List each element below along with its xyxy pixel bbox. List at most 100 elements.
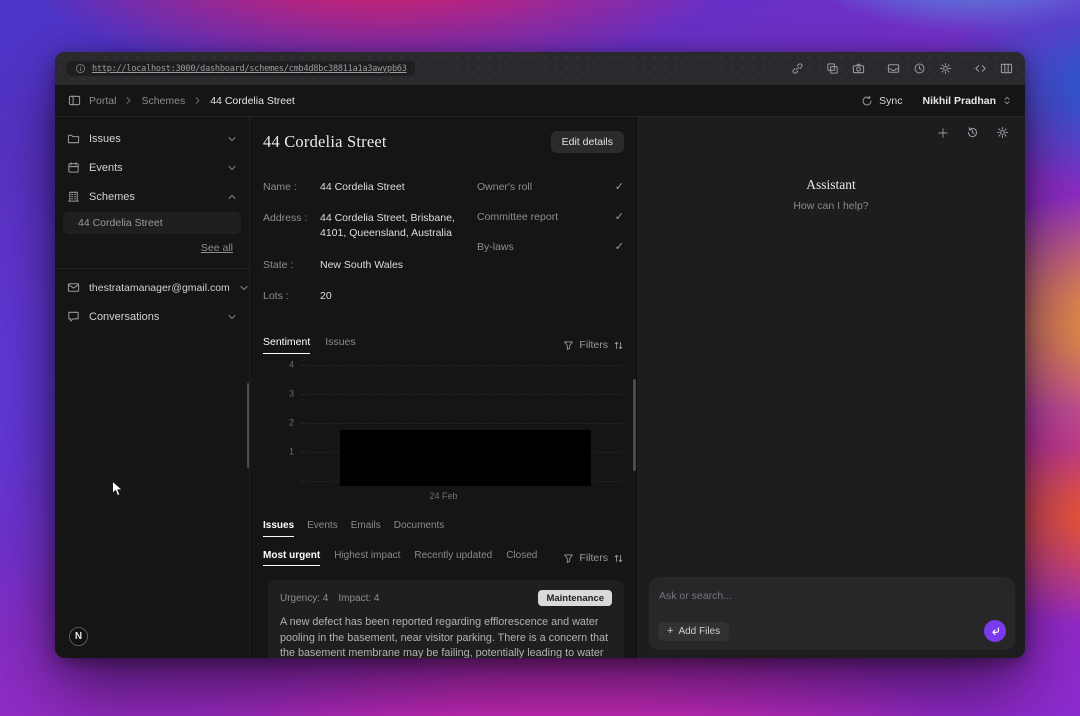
assistant-input[interactable]: [659, 590, 1005, 602]
tab-issues[interactable]: Issues: [325, 336, 355, 354]
send-button[interactable]: [984, 620, 1006, 642]
list-filters-button[interactable]: Filters: [563, 552, 624, 564]
sidebar-item-conversations[interactable]: Conversations: [55, 302, 249, 331]
issue-filter-row: Most urgent Highest impact Recently upda…: [263, 550, 624, 566]
filters-label: Filters: [579, 552, 608, 564]
issue-urgency: Urgency: 4: [280, 593, 328, 604]
field-label: Name :: [263, 180, 320, 195]
tab-list-issues[interactable]: Issues: [263, 520, 294, 537]
field-value: 44 Cordelia Street, Brisbane, 4101, Quee…: [320, 211, 470, 241]
document-bylaws: By-laws ✓: [477, 240, 624, 253]
sidebar-item-label: Schemes: [89, 191, 135, 203]
issue-category-badge: Maintenance: [538, 590, 612, 606]
building-icon: [67, 190, 80, 203]
chart-gridline: [301, 423, 622, 424]
tab-list-events[interactable]: Events: [307, 520, 338, 537]
assistant-title: Assistant: [637, 177, 1025, 193]
issue-card[interactable]: Urgency: 4 Impact: 4 Maintenance A new d…: [268, 580, 624, 658]
chevron-down-icon: [227, 312, 237, 322]
calendar-icon: [67, 161, 80, 174]
history-icon[interactable]: [966, 126, 979, 139]
chevron-right-icon: [193, 96, 202, 105]
add-files-button[interactable]: + Add Files: [658, 622, 729, 641]
select-chevrons-icon: [1002, 95, 1012, 106]
edit-details-button[interactable]: Edit details: [551, 131, 624, 153]
mouse-cursor: [111, 480, 125, 503]
sort-arrows-icon: [613, 340, 624, 351]
document-label: By-laws: [477, 241, 514, 253]
chat-icon: [67, 310, 80, 323]
frames-icon[interactable]: [826, 62, 839, 75]
camera-icon[interactable]: [852, 62, 865, 75]
check-icon: ✓: [615, 210, 624, 223]
url-text[interactable]: http://localhost:3000/dashboard/schemes/…: [92, 64, 407, 74]
check-icon: ✓: [615, 180, 624, 193]
document-label: Committee report: [477, 211, 558, 223]
sync-label: Sync: [879, 95, 902, 107]
field-state: State : New South Wales: [263, 258, 475, 273]
field-value: 20: [320, 289, 332, 304]
sidebar-item-issues[interactable]: Issues: [55, 124, 249, 153]
filter-closed[interactable]: Closed: [506, 550, 537, 566]
sidebar-item-label: thestratamanager@gmail.com: [89, 282, 230, 294]
clock-icon[interactable]: [913, 62, 926, 75]
code-icon[interactable]: [974, 62, 987, 75]
content-area: Issues Events Schemes 44 Cordelia Street…: [55, 117, 1025, 658]
site-favicon-icon: [75, 63, 86, 74]
tab-sentiment[interactable]: Sentiment: [263, 336, 310, 354]
nextjs-dev-badge[interactable]: N: [69, 627, 88, 646]
sync-button[interactable]: Sync: [861, 95, 902, 107]
filter-highest-impact[interactable]: Highest impact: [334, 550, 400, 566]
add-files-label: Add Files: [678, 626, 720, 637]
sidebar-divider: [55, 268, 249, 269]
document-owners-roll: Owner's roll ✓: [477, 180, 624, 193]
folder-icon: [67, 132, 80, 145]
filter-recently-updated[interactable]: Recently updated: [414, 550, 492, 566]
assistant-actions: [937, 126, 1009, 139]
sidebar-item-email-account[interactable]: thestratamanager@gmail.com: [55, 273, 249, 302]
sidebar-item-schemes[interactable]: Schemes: [55, 182, 249, 211]
main-scrollbar[interactable]: [633, 379, 636, 471]
url-bar[interactable]: http://localhost:3000/dashboard/schemes/…: [67, 61, 415, 76]
sort-arrows-icon: [613, 553, 624, 564]
assistant-input-box[interactable]: + Add Files: [649, 577, 1015, 650]
plus-icon: +: [667, 626, 673, 637]
link-icon[interactable]: [791, 62, 804, 75]
chart-tabs: Sentiment Issues Filters: [263, 336, 624, 354]
breadcrumb-current: 44 Cordelia Street: [210, 95, 295, 107]
sidebar-item-label: Issues: [89, 133, 121, 145]
sidebar-item-label: Conversations: [89, 311, 159, 323]
field-value: 44 Cordelia Street: [320, 180, 405, 195]
filter-most-urgent[interactable]: Most urgent: [263, 550, 320, 566]
breadcrumb-schemes[interactable]: Schemes: [141, 95, 185, 107]
list-tabs: Issues Events Emails Documents: [263, 520, 624, 537]
mail-tray-icon[interactable]: [887, 62, 900, 75]
sidebar-item-events[interactable]: Events: [55, 153, 249, 182]
y-axis-tick: 4: [279, 360, 294, 370]
columns-layout-icon[interactable]: [1000, 62, 1013, 75]
document-label: Owner's roll: [477, 181, 532, 193]
user-menu-button[interactable]: Nikhil Pradhan: [922, 95, 1012, 107]
tab-list-documents[interactable]: Documents: [394, 520, 445, 537]
chart-filters-button[interactable]: Filters: [563, 339, 624, 351]
breadcrumb-portal[interactable]: Portal: [89, 95, 116, 107]
sidebar-scrollbar[interactable]: [247, 383, 249, 468]
new-chat-plus-icon[interactable]: [937, 127, 949, 139]
settings-gear-icon[interactable]: [996, 126, 1009, 139]
issue-description: A new defect has been reported regarding…: [280, 615, 612, 658]
user-name: Nikhil Pradhan: [922, 95, 996, 107]
assistant-greeting: Assistant How can I help?: [637, 177, 1025, 212]
page-title: 44 Cordelia Street: [263, 132, 387, 152]
panel-collapse-icon[interactable]: [68, 94, 81, 107]
sidebar-scheme-item[interactable]: 44 Cordelia Street: [63, 212, 241, 234]
scheme-details: Name : 44 Cordelia Street Address : 44 C…: [263, 180, 624, 320]
settings-gear-icon[interactable]: [939, 62, 952, 75]
funnel-icon: [563, 553, 574, 564]
mail-icon: [67, 281, 80, 294]
tab-list-emails[interactable]: Emails: [351, 520, 381, 537]
chart-black-region: [340, 430, 591, 486]
see-all-link[interactable]: See all: [55, 234, 249, 260]
issue-impact: Impact: 4: [338, 593, 379, 604]
field-value: New South Wales: [320, 258, 403, 273]
field-lots: Lots : 20: [263, 289, 475, 304]
